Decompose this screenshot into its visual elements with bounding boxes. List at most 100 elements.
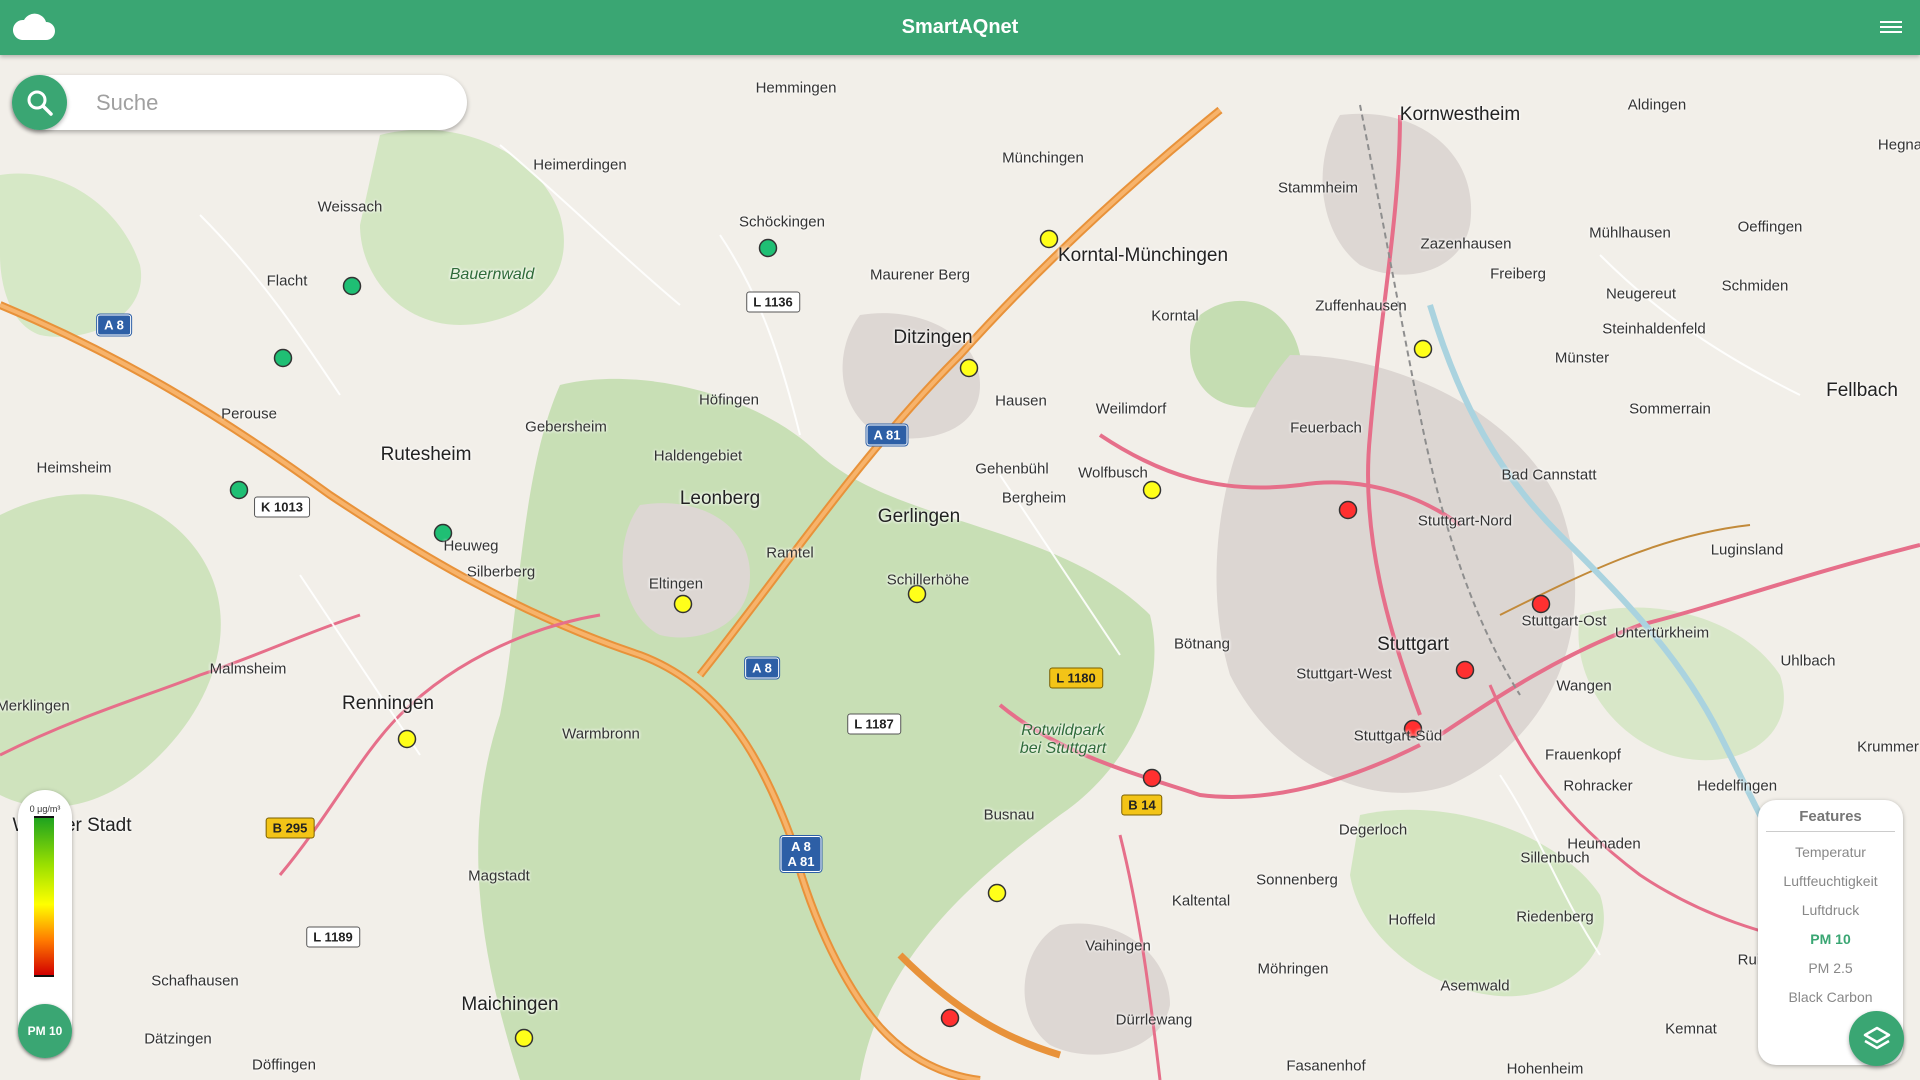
sensor-marker[interactable] <box>1413 339 1433 359</box>
place-label: Stuttgart-Süd <box>1353 727 1443 745</box>
place-label: Schmiden <box>1721 277 1789 295</box>
place-label: Rohracker <box>1563 777 1633 795</box>
sensor-marker[interactable] <box>514 1028 534 1048</box>
place-label: Zazenhausen <box>1420 235 1512 253</box>
sensor-marker[interactable] <box>1142 480 1162 500</box>
place-label: Heimerdingen <box>533 156 627 174</box>
road-shield: B 295 <box>265 817 315 839</box>
sensor-marker[interactable] <box>940 1008 960 1028</box>
road-shield: A 81 <box>866 424 908 446</box>
place-label: Korntal-Münchingen <box>1057 245 1229 266</box>
place-label: Kornwestheim <box>1399 104 1521 125</box>
road-shield: B 14 <box>1121 794 1163 816</box>
sensor-marker[interactable] <box>1531 594 1551 614</box>
place-label: Dätzingen <box>144 1030 212 1048</box>
place-label: Stuttgart <box>1377 634 1449 655</box>
sensor-marker[interactable] <box>1039 229 1059 249</box>
sensor-marker[interactable] <box>397 729 417 749</box>
place-label: Feuerbach <box>1290 419 1362 437</box>
place-label: Stuttgart-Ost <box>1521 612 1607 630</box>
place-label: Münchingen <box>1002 149 1084 167</box>
sensor-marker[interactable] <box>987 883 1007 903</box>
place-label: Eltingen <box>648 575 704 593</box>
sensor-marker[interactable] <box>959 358 979 378</box>
place-label: Riedenberg <box>1516 908 1594 926</box>
feature-humidity[interactable]: Luftfeuchtigkeit <box>1758 867 1903 896</box>
place-label: Bötnang <box>1174 635 1230 653</box>
place-label: Sommerrain <box>1629 400 1711 418</box>
road-shield: A 8 A 81 <box>780 836 822 872</box>
place-label: Gehenbühl <box>975 460 1049 478</box>
hamburger-menu-icon[interactable] <box>1880 18 1902 36</box>
road-shield: L 1136 <box>746 291 800 313</box>
sensor-marker[interactable] <box>758 238 778 258</box>
feature-pm25[interactable]: PM 2.5 <box>1758 954 1903 983</box>
feature-pressure[interactable]: Luftdruck <box>1758 896 1903 925</box>
place-label: Hohenheim <box>1506 1060 1584 1078</box>
sensor-marker[interactable] <box>1455 660 1475 680</box>
place-label: Vaihingen <box>1085 937 1151 955</box>
place-label: Bad Cannstatt <box>1501 466 1597 484</box>
features-title: Features <box>1766 808 1895 832</box>
place-label: Maichingen <box>461 994 559 1015</box>
cloud-icon[interactable] <box>10 12 56 42</box>
road-shield: L 1189 <box>306 926 360 948</box>
layers-button[interactable] <box>1849 1011 1904 1066</box>
place-label: Hegna <box>1877 136 1920 154</box>
place-label: Dürrlewang <box>1115 1011 1193 1029</box>
place-label: Kaltental <box>1171 892 1231 910</box>
sensor-marker[interactable] <box>273 348 293 368</box>
place-label: Steinhaldenfeld <box>1602 320 1706 338</box>
sensor-marker[interactable] <box>229 480 249 500</box>
place-label: Stuttgart-Nord <box>1417 512 1513 530</box>
search-button[interactable] <box>12 75 67 130</box>
place-label: Silberberg <box>466 563 536 581</box>
place-label: Korntal <box>1151 307 1199 325</box>
place-label: Freiberg <box>1490 265 1546 283</box>
place-label: Luginsland <box>1710 541 1784 559</box>
place-label: Gerlingen <box>877 506 961 527</box>
map-base-layer <box>0 55 1920 1080</box>
place-label: Merklingen <box>0 697 70 715</box>
feature-pm10[interactable]: PM 10 <box>1758 925 1903 954</box>
place-label: Bauernwald <box>449 266 535 283</box>
road-shield: L 1180 <box>1049 667 1103 689</box>
place-label: Degerloch <box>1338 821 1408 839</box>
search-input[interactable] <box>94 87 448 119</box>
place-label: Weilimdorf <box>1095 400 1167 418</box>
search-icon <box>27 90 53 116</box>
feature-temperature[interactable]: Temperatur <box>1758 838 1903 867</box>
sensor-marker[interactable] <box>1142 768 1162 788</box>
place-label: Oeffingen <box>1737 218 1803 236</box>
place-label: Schillerhöhe <box>886 571 970 589</box>
legend-unit-label: 0 μg/m³ <box>29 804 61 814</box>
place-label: Fasanenhof <box>1286 1057 1366 1075</box>
sensor-marker[interactable] <box>1338 500 1358 520</box>
road-shield: A 8 <box>745 657 779 679</box>
place-label: Malmsheim <box>209 660 287 678</box>
map-canvas[interactable]: Hemmingen Kornwestheim Aldingen Hegna He… <box>0 55 1920 1080</box>
color-scale-legend: 0 μg/m³ PM 10 <box>18 790 72 1058</box>
place-label: Sonnenberg <box>1256 871 1338 889</box>
place-label: Stuttgart-West <box>1296 665 1392 683</box>
place-label: Stammheim <box>1277 179 1359 197</box>
place-label: Warmbronn <box>562 725 640 743</box>
place-label: Fellbach <box>1826 380 1898 401</box>
color-gradient-bar <box>34 816 54 977</box>
pollutant-selector-button[interactable]: PM 10 <box>18 1004 72 1058</box>
place-label: Schöckingen <box>739 213 825 231</box>
place-label: Flacht <box>266 272 308 290</box>
layers-icon <box>1863 1026 1890 1049</box>
place-label: Ditzingen <box>893 327 973 348</box>
place-label: Bergheim <box>1001 489 1067 507</box>
sensor-marker[interactable] <box>673 594 693 614</box>
place-label: Hemmingen <box>755 79 837 97</box>
place-label: Maurener Berg <box>869 266 971 284</box>
feature-black-carbon[interactable]: Black Carbon <box>1758 983 1903 1012</box>
place-label: Haldengebiet <box>653 447 743 465</box>
place-label: Sillenbuch <box>1520 849 1590 867</box>
sensor-marker[interactable] <box>342 276 362 296</box>
place-label: Rutesheim <box>380 444 472 465</box>
place-label: Leonberg <box>679 488 761 509</box>
place-label: Wolfbusch <box>1078 464 1148 482</box>
